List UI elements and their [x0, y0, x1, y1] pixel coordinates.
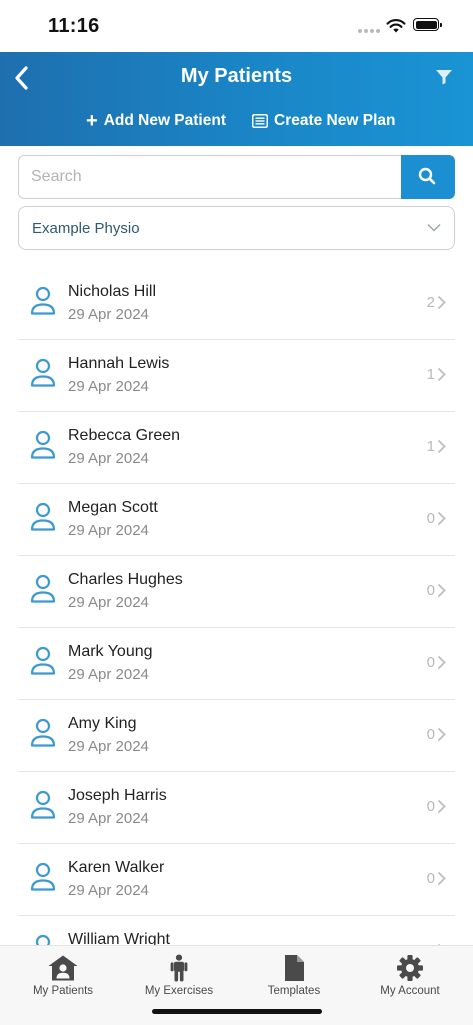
search-button[interactable]	[401, 155, 455, 199]
chevron-right-icon	[437, 799, 446, 814]
plan-count: 0	[426, 510, 435, 527]
plus-icon: +	[86, 110, 98, 132]
tab-templates-label: Templates	[267, 985, 321, 997]
chevron-down-icon	[427, 223, 441, 232]
chevron-right-icon	[437, 871, 446, 886]
person-icon	[30, 718, 56, 747]
patient-date: 29 Apr 2024	[68, 306, 149, 323]
search-input[interactable]	[18, 155, 402, 199]
search-bar	[18, 155, 455, 199]
chevron-right-icon	[437, 511, 446, 526]
chevron-right-icon	[437, 439, 446, 454]
person-icon	[30, 358, 56, 387]
patient-row[interactable]: Megan Scott 29 Apr 2024 0	[18, 484, 455, 556]
status-time: 11:16	[48, 15, 100, 37]
patient-name: Mark Young	[68, 643, 153, 660]
search-icon	[418, 167, 436, 185]
plan-count: 0	[426, 582, 435, 599]
plan-count: 0	[426, 870, 435, 887]
patient-name: Joseph Harris	[68, 787, 167, 804]
patient-row[interactable]: Charles Hughes 29 Apr 2024 0	[18, 556, 455, 628]
person-icon	[30, 646, 56, 675]
create-new-plan-label: Create New Plan	[274, 112, 396, 129]
person-icon	[30, 502, 56, 531]
patient-name: Amy King	[68, 715, 137, 732]
create-new-plan-button[interactable]: Create New Plan	[252, 112, 395, 130]
gear-icon	[397, 955, 423, 981]
patient-name: Hannah Lewis	[68, 355, 170, 372]
chevron-right-icon	[437, 295, 446, 310]
battery-icon	[413, 18, 442, 31]
person-icon	[30, 430, 56, 459]
patient-row[interactable]: Hannah Lewis 29 Apr 2024 1	[18, 340, 455, 412]
patient-row[interactable]: Karen Walker 29 Apr 2024 0	[18, 844, 455, 916]
add-new-patient-button[interactable]: + Add New Patient	[86, 110, 226, 132]
physio-select-value: Example Physio	[32, 220, 140, 237]
wifi-icon	[386, 19, 406, 33]
patient-date: 29 Apr 2024	[68, 522, 149, 539]
plan-count: 1	[426, 366, 435, 383]
patient-name: Rebecca Green	[68, 427, 181, 444]
patient-name: Megan Scott	[68, 499, 158, 516]
page-title: My Patients	[180, 65, 293, 87]
patient-date: 29 Apr 2024	[68, 666, 149, 683]
patient-name: Nicholas Hill	[68, 283, 157, 300]
person-icon	[30, 286, 56, 315]
person-icon	[30, 574, 56, 603]
plan-count: 1	[426, 438, 435, 455]
patient-row[interactable]: Joseph Harris 29 Apr 2024 0	[18, 772, 455, 844]
patient-date: 29 Apr 2024	[68, 738, 149, 755]
status-bar: 11:16	[0, 0, 473, 52]
tab-my-exercises[interactable]: My Exercises	[120, 954, 238, 997]
chevron-right-icon	[437, 727, 446, 742]
tab-my-patients[interactable]: My Patients	[4, 954, 122, 997]
tab-my-exercises-label: My Exercises	[144, 985, 214, 997]
person-icon	[170, 954, 188, 982]
document-icon	[285, 955, 304, 981]
patient-name: Charles Hughes	[68, 571, 183, 588]
plan-count: 2	[426, 294, 435, 311]
tab-my-account[interactable]: My Account	[351, 954, 469, 997]
plan-count: 0	[426, 654, 435, 671]
tab-my-patients-label: My Patients	[32, 985, 94, 997]
patient-date: 29 Apr 2024	[68, 882, 149, 899]
patient-date: 29 Apr 2024	[68, 378, 149, 395]
plan-count: 0	[426, 798, 435, 815]
patient-row[interactable]: Rebecca Green 29 Apr 2024 1	[18, 412, 455, 484]
app-header: My Patients + Add New Patient Create New…	[0, 52, 473, 146]
patient-date: 29 Apr 2024	[68, 810, 149, 827]
chevron-right-icon	[437, 367, 446, 382]
tab-templates[interactable]: Templates	[235, 954, 353, 997]
chevron-right-icon	[437, 655, 446, 670]
add-new-patient-label: Add New Patient	[103, 112, 226, 129]
person-icon	[30, 862, 56, 891]
filter-icon[interactable]	[435, 69, 453, 85]
tab-my-account-label: My Account	[380, 985, 440, 997]
signal-icon	[358, 29, 380, 33]
list-icon	[252, 114, 268, 128]
patient-name: Karen Walker	[68, 859, 165, 876]
patient-date: 29 Apr 2024	[68, 450, 149, 467]
chevron-right-icon	[437, 583, 446, 598]
patient-date: 29 Apr 2024	[68, 594, 149, 611]
patient-row[interactable]: Nicholas Hill 29 Apr 2024 2	[18, 268, 455, 340]
house-person-icon	[48, 955, 78, 981]
patient-row[interactable]: Amy King 29 Apr 2024 0	[18, 700, 455, 772]
home-indicator	[152, 1009, 322, 1014]
person-icon	[30, 790, 56, 819]
physio-select[interactable]: Example Physio	[18, 206, 455, 250]
patient-list: Nicholas Hill 29 Apr 2024 2 Hannah Lewis…	[18, 268, 455, 988]
patient-row[interactable]: Mark Young 29 Apr 2024 0	[18, 628, 455, 700]
plan-count: 0	[426, 726, 435, 743]
